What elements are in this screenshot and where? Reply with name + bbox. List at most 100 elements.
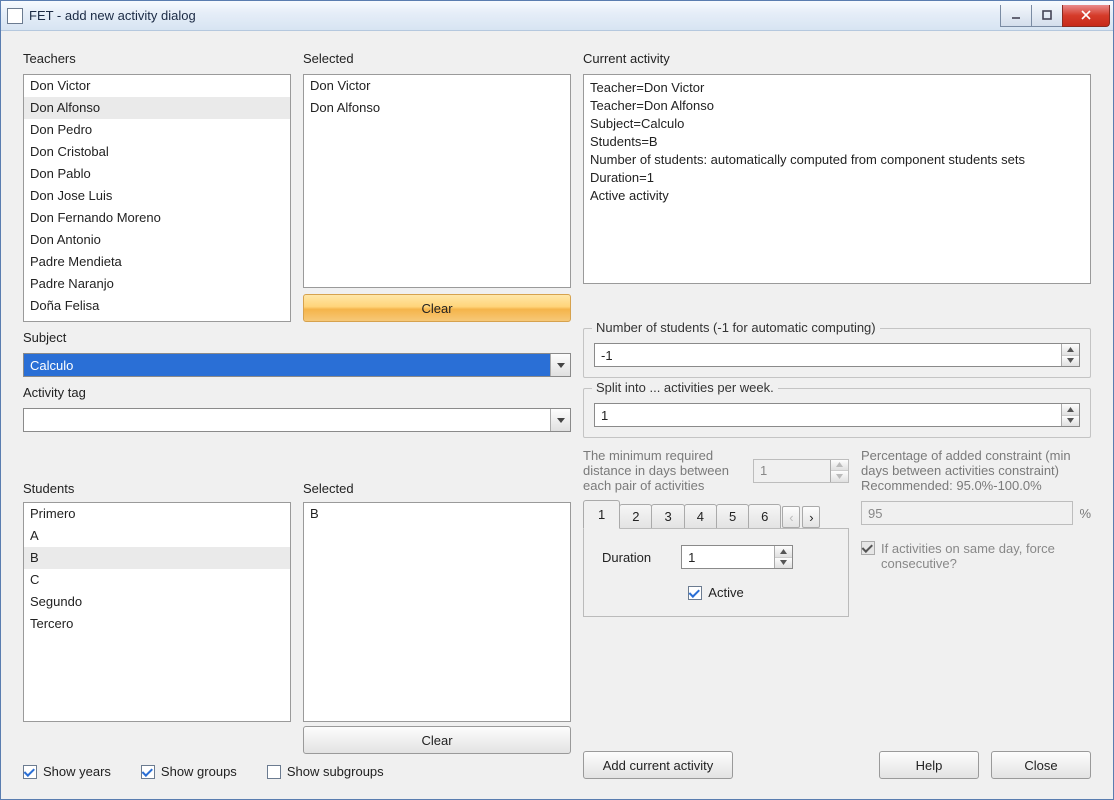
subject-label: Subject <box>23 328 571 347</box>
tab-3[interactable]: 3 <box>651 504 684 528</box>
duration-value: 1 <box>682 550 774 565</box>
list-item[interactable]: B <box>24 547 290 569</box>
tab-4[interactable]: 4 <box>684 504 717 528</box>
tab-2[interactable]: 2 <box>619 504 652 528</box>
close-button[interactable]: Close <box>991 751 1091 779</box>
tab-body: Duration 1 <box>583 529 849 617</box>
students-list[interactable]: PrimeroABCSegundoTercero <box>23 502 291 722</box>
tab-nav-right[interactable]: › <box>802 506 820 528</box>
list-item[interactable]: Don Cristobal <box>24 141 290 163</box>
help-label: Help <box>916 758 943 773</box>
tab-6[interactable]: 6 <box>748 504 781 528</box>
clear-students-button[interactable]: Clear <box>303 726 571 754</box>
list-item[interactable]: Tercero <box>24 613 290 635</box>
spinner-controls[interactable] <box>1061 344 1079 366</box>
minimize-icon <box>1010 9 1022 21</box>
min-distance-label: The minimum required distance in days be… <box>583 448 743 493</box>
show-subgroups-checkbox[interactable]: Show subgroups <box>267 764 384 779</box>
window-controls <box>1001 5 1113 27</box>
clear-teachers-button[interactable]: Clear <box>303 294 571 322</box>
show-years-checkbox[interactable]: Show years <box>23 764 111 779</box>
list-item[interactable]: B <box>304 503 570 525</box>
list-item[interactable]: Padre Naranjo <box>24 273 290 295</box>
tab-5[interactable]: 5 <box>716 504 749 528</box>
number-of-students-spinner[interactable]: -1 <box>594 343 1080 367</box>
force-consecutive-label: If activities on same day, force consecu… <box>881 541 1061 571</box>
list-item[interactable]: Primero <box>24 503 290 525</box>
split-spinner[interactable]: 1 <box>594 403 1080 427</box>
checkbox-box <box>141 765 155 779</box>
list-item[interactable]: Don Jose Luis <box>24 185 290 207</box>
app-icon <box>7 8 23 24</box>
list-item[interactable]: Don Alfonso <box>304 97 570 119</box>
percentage-label: Percentage of added constraint (min days… <box>861 448 1091 493</box>
spinner-controls[interactable] <box>1061 404 1079 426</box>
checkbox-box <box>23 765 37 779</box>
percentage-input: 95 <box>861 501 1073 525</box>
duration-spinner[interactable]: 1 <box>681 545 793 569</box>
students-label: Students <box>23 479 291 498</box>
selected-students-list[interactable]: B <box>303 502 571 722</box>
tab-nav-left[interactable]: ‹ <box>782 506 800 528</box>
list-item[interactable]: Don Pedro <box>24 119 290 141</box>
list-item[interactable]: Don Alfonso <box>24 97 290 119</box>
maximize-icon <box>1041 9 1053 21</box>
chevron-down-icon <box>550 354 570 376</box>
help-button[interactable]: Help <box>879 751 979 779</box>
window-title: FET - add new activity dialog <box>29 8 196 23</box>
selected-teachers-list[interactable]: Don VictorDon Alfonso <box>303 74 571 288</box>
show-years-label: Show years <box>43 764 111 779</box>
duration-label: Duration <box>602 550 651 565</box>
list-item[interactable]: Don Fernando Moreno <box>24 207 290 229</box>
number-of-students-fieldset: Number of students (-1 for automatic com… <box>583 328 1091 378</box>
selected-students-label: Selected <box>303 479 571 498</box>
show-groups-label: Show groups <box>161 764 237 779</box>
clear-students-label: Clear <box>421 733 452 748</box>
titlebar: FET - add new activity dialog <box>1 1 1113 31</box>
spinner-controls <box>830 460 848 482</box>
list-item[interactable]: A <box>24 525 290 547</box>
list-item[interactable]: Segundo <box>24 591 290 613</box>
number-of-students-value: -1 <box>595 348 1061 363</box>
right-column: Number of students (-1 for automatic com… <box>583 328 1091 779</box>
force-consecutive-checkbox: If activities on same day, force consecu… <box>861 541 1091 571</box>
show-subgroups-label: Show subgroups <box>287 764 384 779</box>
show-groups-checkbox[interactable]: Show groups <box>141 764 237 779</box>
students-area: Students Selected PrimeroABCSegundoTerce… <box>23 479 571 779</box>
current-activity-label: Current activity <box>583 49 1091 68</box>
spinner-controls[interactable] <box>774 546 792 568</box>
list-item[interactable]: Don Victor <box>24 75 290 97</box>
subject-combo[interactable]: Calculo <box>23 353 571 377</box>
dialog-body: Teachers Selected Current activity Don V… <box>11 39 1103 789</box>
list-item[interactable]: C <box>24 569 290 591</box>
list-item[interactable]: Doña Felisa <box>24 295 290 317</box>
activity-tag-combo[interactable] <box>23 408 571 432</box>
number-of-students-legend: Number of students (-1 for automatic com… <box>592 320 880 335</box>
chevron-down-icon <box>550 409 570 431</box>
min-distance-value: 1 <box>754 463 830 478</box>
percentage-value: 95 <box>862 506 1072 521</box>
teachers-list[interactable]: Don VictorDon AlfonsoDon PedroDon Cristo… <box>23 74 291 322</box>
list-item[interactable]: Padre Mendieta <box>24 251 290 273</box>
clear-teachers-label: Clear <box>421 301 452 316</box>
active-label: Active <box>708 585 743 600</box>
min-distance-spinner: 1 <box>753 459 849 483</box>
split-fieldset: Split into ... activities per week. 1 <box>583 388 1091 438</box>
current-activity-text: Teacher=Don Victor Teacher=Don Alfonso S… <box>583 74 1091 284</box>
activity-tabs: 123456‹› <box>583 499 849 529</box>
window: FET - add new activity dialog Teachers S… <box>0 0 1114 800</box>
active-checkbox[interactable]: Active <box>688 585 743 600</box>
maximize-button[interactable] <box>1031 5 1063 27</box>
close-label: Close <box>1024 758 1057 773</box>
minimize-button[interactable] <box>1000 5 1032 27</box>
split-legend: Split into ... activities per week. <box>592 380 778 395</box>
list-item[interactable]: Don Pablo <box>24 163 290 185</box>
tab-1[interactable]: 1 <box>583 500 620 529</box>
list-item[interactable]: Don Victor <box>304 75 570 97</box>
close-window-button[interactable] <box>1062 5 1110 27</box>
teachers-label: Teachers <box>23 49 291 68</box>
close-icon <box>1080 9 1092 21</box>
add-current-activity-button[interactable]: Add current activity <box>583 751 733 779</box>
list-item[interactable]: Don Antonio <box>24 229 290 251</box>
constraint-row: The minimum required distance in days be… <box>583 448 1091 617</box>
